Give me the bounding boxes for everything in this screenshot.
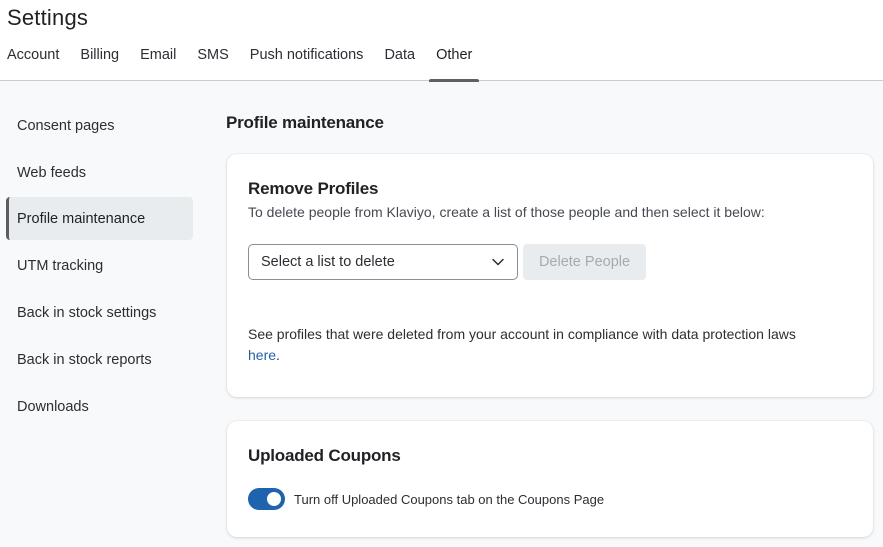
page-title: Settings — [7, 5, 89, 30]
tab-account[interactable]: Account — [7, 44, 59, 81]
sidebar-item-profile-maintenance[interactable]: Profile maintenance — [6, 197, 193, 240]
sidebar-item-utm-tracking[interactable]: UTM tracking — [6, 244, 193, 287]
compliance-period: . — [276, 347, 280, 363]
compliance-message: See profiles that were deleted from your… — [248, 326, 796, 342]
tab-sms[interactable]: SMS — [197, 44, 228, 81]
toggle-knob — [267, 492, 281, 506]
uploaded-coupons-toggle-label: Turn off Uploaded Coupons tab on the Cou… — [294, 491, 605, 507]
sidebar-item-web-feeds[interactable]: Web feeds — [6, 151, 193, 194]
remove-profiles-heading: Remove Profiles — [248, 179, 379, 198]
tab-other[interactable]: Other — [429, 44, 480, 82]
sidebar-item-downloads[interactable]: Downloads — [6, 385, 193, 428]
coupons-toggle-row: Turn off Uploaded Coupons tab on the Cou… — [248, 488, 604, 510]
sidebar-item-back-in-stock-reports[interactable]: Back in stock reports — [6, 338, 193, 381]
delete-people-button[interactable]: Delete People — [523, 244, 646, 280]
uploaded-coupons-heading: Uploaded Coupons — [248, 446, 401, 465]
compliance-text: See profiles that were deleted from your… — [248, 324, 848, 366]
remove-profiles-description: To delete people from Klaviyo, create a … — [248, 204, 765, 220]
list-select-dropdown[interactable]: Select a list to delete — [248, 244, 518, 280]
sidebar-item-back-in-stock-settings[interactable]: Back in stock settings — [6, 291, 193, 334]
sidebar-item-consent-pages[interactable]: Consent pages — [6, 104, 193, 147]
list-select-placeholder: Select a list to delete — [261, 254, 395, 270]
settings-tabs: Account Billing Email SMS Push notificat… — [0, 44, 486, 82]
tab-email[interactable]: Email — [140, 44, 176, 81]
uploaded-coupons-card: Uploaded Coupons Turn off Uploaded Coupo… — [227, 421, 873, 537]
settings-header: Settings Account Billing Email SMS Push … — [0, 0, 883, 82]
section-title: Profile maintenance — [226, 113, 384, 132]
remove-profiles-card: Remove Profiles To delete people from Kl… — [227, 154, 873, 397]
deleted-profiles-link[interactable]: here — [248, 347, 276, 363]
uploaded-coupons-toggle[interactable] — [248, 488, 285, 510]
tab-data[interactable]: Data — [384, 44, 415, 81]
tab-billing[interactable]: Billing — [80, 44, 119, 81]
chevron-down-icon — [492, 258, 504, 266]
tab-push-notifications[interactable]: Push notifications — [250, 44, 364, 81]
